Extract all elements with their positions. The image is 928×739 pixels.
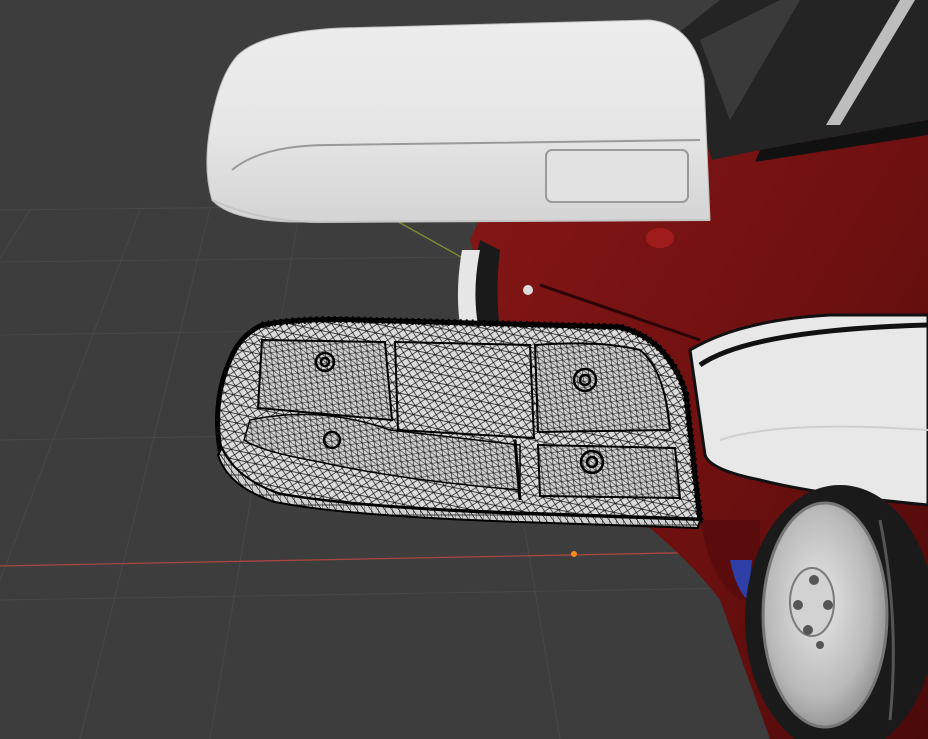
side-marker (523, 285, 533, 295)
origin-point[interactable] (571, 551, 577, 557)
3d-viewport[interactable] (0, 0, 928, 739)
mirror-cover[interactable] (206, 19, 711, 224)
viewport-canvas[interactable] (0, 0, 928, 739)
door-handle (646, 228, 674, 248)
wireframe-mirror-housing[interactable] (215, 316, 704, 530)
mirror-cover-panel (545, 149, 689, 203)
